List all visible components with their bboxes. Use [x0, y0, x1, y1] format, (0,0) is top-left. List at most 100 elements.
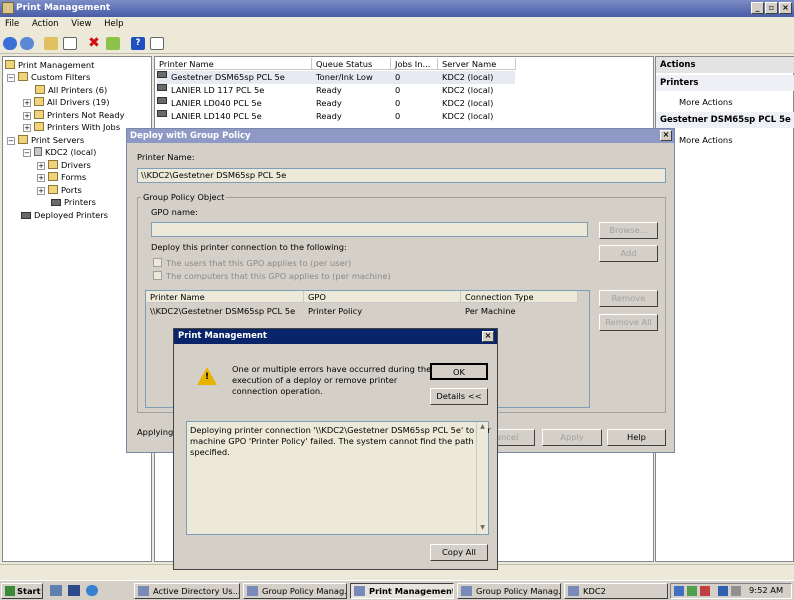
expand-icon[interactable]: + — [23, 99, 31, 107]
error-detail-line: Deploying printer connection '\\KDC2\Ges… — [190, 425, 491, 435]
remove-all-button[interactable]: Remove All — [599, 314, 658, 331]
scroll-down-icon[interactable]: ▼ — [478, 524, 487, 533]
back-icon[interactable] — [3, 37, 17, 50]
tree-item-printers-not-ready[interactable]: + Printers Not Ready — [23, 109, 125, 121]
volume-icon[interactable] — [731, 586, 741, 596]
table-row[interactable]: Gestetner DSM65sp PCL 5e Toner/Ink Low 0… — [157, 71, 515, 84]
forward-icon[interactable] — [20, 37, 34, 50]
up-folder-icon[interactable] — [44, 37, 58, 50]
expand-icon[interactable]: + — [37, 174, 45, 182]
menu-help[interactable]: Help — [99, 17, 128, 31]
taskbar-button-kdc2[interactable]: KDC2 — [564, 583, 668, 599]
collapse-icon[interactable]: − — [23, 149, 31, 157]
printer-icon — [21, 212, 31, 219]
tree-item-server[interactable]: − KDC2 (local) — [23, 146, 96, 158]
browse-button[interactable]: Browse... — [599, 222, 658, 239]
apply-button[interactable]: Apply — [542, 429, 602, 446]
details-button[interactable]: Details << — [430, 388, 488, 405]
filter-icon — [34, 122, 44, 131]
minimize-button[interactable]: _ — [751, 2, 764, 14]
expand-icon[interactable]: + — [37, 162, 45, 170]
help-icon[interactable]: ? — [131, 37, 145, 50]
expand-icon[interactable]: + — [23, 112, 31, 120]
error-detail-line: machine GPO 'Printer Policy' failed. The… — [190, 436, 474, 446]
tree-item-printers-with-jobs[interactable]: + Printers With Jobs — [23, 121, 120, 133]
details-scrollbar[interactable]: ▲ ▼ — [476, 422, 488, 534]
scroll-up-icon[interactable]: ▲ — [478, 423, 487, 432]
taskbar-button-active-directory[interactable]: Active Directory Us... — [134, 583, 240, 599]
deploy-close-button[interactable]: × — [660, 130, 672, 141]
network-icon[interactable] — [674, 586, 684, 596]
taskbar-button-group-policy-2[interactable]: Group Policy Manag... — [457, 583, 561, 599]
table-row[interactable]: \\KDC2\Gestetner DSM65sp PCL 5e Printer … — [150, 305, 580, 318]
delete-icon[interactable]: ✖ — [87, 36, 101, 50]
start-button[interactable]: Start — [1, 583, 43, 599]
deployed-col-gpo[interactable]: GPO — [304, 291, 461, 303]
tree-item-print-servers[interactable]: − Print Servers — [7, 134, 84, 146]
quicklaunch-desktop-icon[interactable] — [68, 585, 80, 596]
per-user-checkbox[interactable]: The users that this GPO applies to (per … — [153, 258, 351, 269]
more-actions-link[interactable]: More Actions — [679, 135, 733, 145]
tree-item-root[interactable]: Print Management — [5, 59, 94, 71]
tree-item-all-printers[interactable]: All Printers (6) — [35, 84, 107, 96]
ok-button[interactable]: OK — [430, 363, 488, 380]
menu-action[interactable]: Action — [27, 17, 64, 31]
deployed-col-printer[interactable]: Printer Name — [146, 291, 304, 303]
table-row[interactable]: LANIER LD140 PCL 5e Ready 0 KDC2 (local) — [157, 110, 515, 123]
help-button[interactable]: Help — [607, 429, 666, 446]
gpo-name-input[interactable] — [151, 222, 588, 237]
menu-bar: File Action View Help — [0, 17, 794, 34]
column-header-printer-name[interactable]: Printer Name — [155, 58, 312, 70]
per-machine-checkbox[interactable]: The computers that this GPO applies to (… — [153, 271, 391, 282]
deploy-to-label: Deploy this printer connection to the fo… — [151, 242, 347, 252]
restore-button[interactable]: ▫ — [765, 2, 778, 14]
deployed-col-type[interactable]: Connection Type — [461, 291, 578, 303]
expand-icon[interactable]: + — [23, 124, 31, 132]
taskbar-button-print-management[interactable]: Print Management — [350, 583, 454, 599]
error-close-button[interactable]: × — [482, 331, 494, 342]
filter-icon — [34, 110, 44, 119]
printer-icon — [51, 199, 61, 206]
tree-item-all-drivers[interactable]: + All Drivers (19) — [23, 96, 109, 108]
folder-icon — [48, 172, 58, 181]
quicklaunch-server-icon[interactable] — [50, 585, 62, 596]
collapse-icon[interactable]: − — [7, 137, 15, 145]
copy-all-button[interactable]: Copy All — [430, 544, 488, 561]
column-header-server-name[interactable]: Server Name — [438, 58, 516, 70]
expand-icon[interactable]: + — [37, 187, 45, 195]
error-message-line: execution of a deploy or remove printer — [232, 375, 398, 385]
table-row[interactable]: LANIER LD 117 PCL 5e Ready 0 KDC2 (local… — [157, 84, 515, 97]
show-hide-tree-icon[interactable] — [63, 37, 77, 50]
tray-app-icon[interactable] — [700, 586, 710, 596]
tree-item-printers[interactable]: Printers — [51, 196, 96, 208]
more-actions-link[interactable]: More Actions — [679, 97, 733, 107]
menu-view[interactable]: View — [66, 17, 96, 31]
column-header-queue-status[interactable]: Queue Status — [312, 58, 391, 70]
export-icon[interactable] — [106, 37, 120, 50]
menu-file[interactable]: File — [0, 17, 24, 31]
tray-app-icon[interactable] — [718, 586, 728, 596]
clock[interactable]: 9:52 AM — [749, 585, 783, 595]
error-details-box[interactable]: Deploying printer connection '\\KDC2\Ges… — [186, 421, 491, 535]
add-button[interactable]: Add — [599, 245, 658, 262]
error-message-line: connection operation. — [232, 386, 323, 396]
taskbar-button-group-policy-1[interactable]: Group Policy Manag... — [243, 583, 347, 599]
tray-app-icon[interactable] — [687, 586, 697, 596]
folder-icon — [18, 72, 28, 81]
tree-item-custom-filters[interactable]: − Custom Filters — [7, 71, 90, 83]
column-header-jobs[interactable]: Jobs In... — [391, 58, 438, 70]
table-row[interactable]: LANIER LD040 PCL 5e Ready 0 KDC2 (local) — [157, 97, 515, 110]
properties-icon[interactable] — [150, 37, 164, 50]
remove-button[interactable]: Remove — [599, 290, 658, 307]
quicklaunch-ie-icon[interactable] — [86, 585, 98, 596]
tree-item-ports[interactable]: + Ports — [37, 184, 82, 196]
actions-section-printer[interactable]: Gestetner DSM65sp PCL 5e — [656, 112, 794, 128]
tree-item-forms[interactable]: + Forms — [37, 171, 86, 183]
collapse-icon[interactable]: − — [7, 74, 15, 82]
tree-item-deployed-printers[interactable]: Deployed Printers — [21, 209, 108, 221]
folder-icon — [48, 185, 58, 194]
tree-item-drivers[interactable]: + Drivers — [37, 159, 91, 171]
actions-section-printers[interactable]: Printers — [656, 75, 794, 91]
printer-folder-icon — [5, 60, 15, 69]
close-button[interactable]: × — [779, 2, 792, 14]
